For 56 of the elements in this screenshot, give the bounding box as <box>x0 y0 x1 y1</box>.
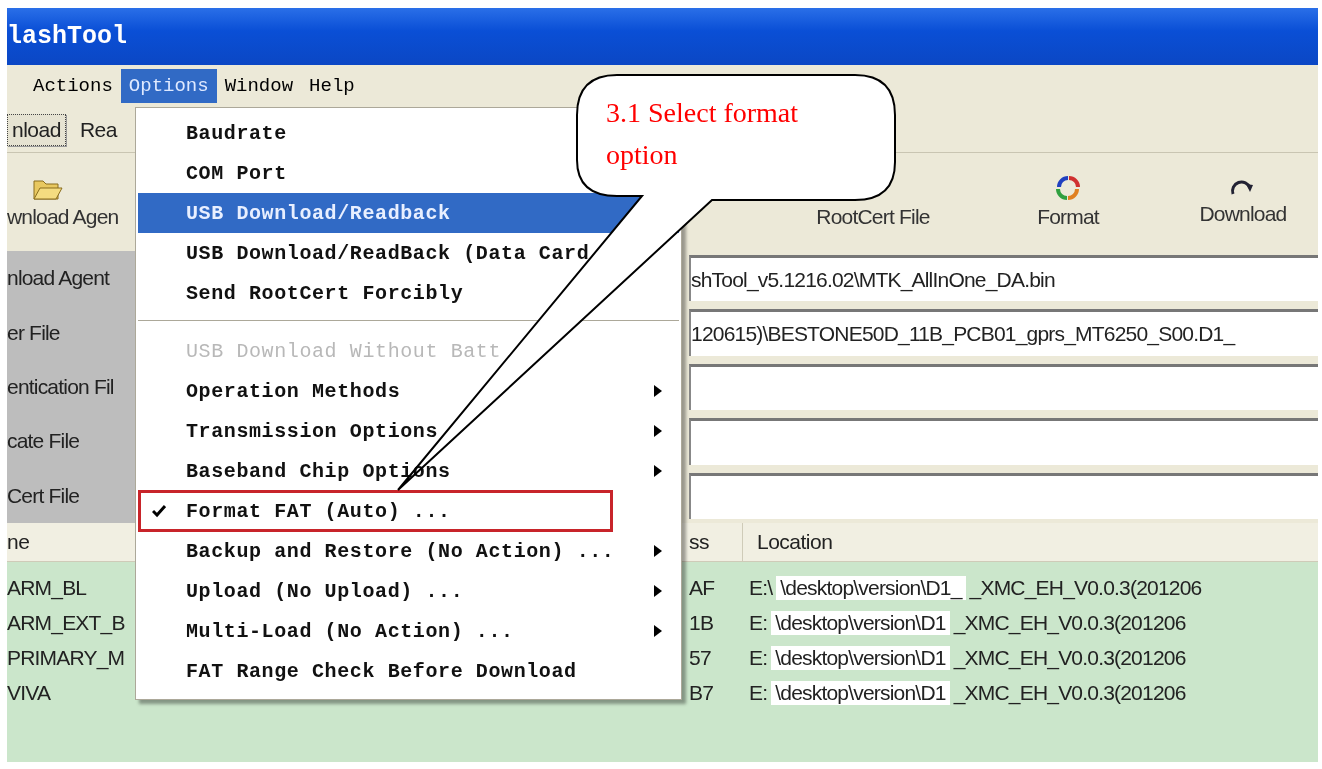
column-header: ss <box>689 530 710 554</box>
table-cell-text: 57 <box>689 645 712 670</box>
path-field[interactable] <box>689 418 1318 465</box>
menu-item[interactable]: Actions <box>25 69 121 103</box>
menu-item[interactable]: Operation Methods <box>138 371 679 411</box>
field-label: er File <box>7 320 60 345</box>
column-header: Location <box>757 530 833 554</box>
table-cell: _XMC_EH_V0.0.3(201206 <box>953 645 1186 670</box>
table-cell: \desktop\version\D1 <box>771 645 950 670</box>
menu-item[interactable]: Upload (No Upload) ... <box>138 571 679 611</box>
toolbar-button[interactable]: RootCert File <box>816 205 930 229</box>
table-cell: \desktop\version\D1_ <box>776 575 966 600</box>
table-cell-text: ARM_EXT_B <box>7 610 126 635</box>
tab[interactable]: nload <box>7 113 66 146</box>
format-icon <box>1055 175 1081 201</box>
table-cell: \desktop\version\D1 <box>771 680 950 705</box>
table-cell-text: ARM_BL <box>7 575 88 600</box>
toolbar-button[interactable]: wnload Agen <box>7 205 119 229</box>
table-cell-text: AF <box>689 575 716 600</box>
field-label: Cert File <box>7 483 80 508</box>
table-cell: E: <box>749 680 768 705</box>
menu-item[interactable]: USB Download/ReadBack (Data Card <box>138 233 679 273</box>
menu-item[interactable]: Help <box>301 69 363 103</box>
table-cell: \desktop\version\D1 <box>771 610 950 635</box>
tooltip-text: 3.1 Select format option <box>606 96 800 172</box>
toolbar-button[interactable]: Download <box>1199 202 1287 226</box>
field-label: cate File <box>7 429 80 454</box>
column-header: ne <box>7 530 31 554</box>
menu-item[interactable]: Transmission Options <box>138 411 679 451</box>
table-cell-text: PRIMARY_M <box>7 645 126 670</box>
menu-item[interactable]: Backup and Restore (No Action) ... <box>138 531 679 571</box>
table-cell: _XMC_EH_V0.0.3(201206 <box>953 610 1186 635</box>
toolbar-button[interactable]: Format <box>1037 205 1099 229</box>
field-label: entication Fil <box>7 375 114 399</box>
menu-item[interactable]: FAT Range Check Before Download <box>138 651 679 691</box>
table-cell: E: <box>749 610 768 635</box>
field-label: nload Agent <box>7 266 110 291</box>
table-cell-text: B7 <box>689 680 715 705</box>
path-field[interactable]: 120615)\BESTONE50D_11B_PCB01_gprs_MT6250_S00.D1_ <box>689 309 1318 356</box>
menu-item[interactable]: Options <box>120 69 217 103</box>
window-title: lashTool <box>7 22 128 51</box>
path-field[interactable]: shTool_v5.1216.02\MTK_AllInOne_DA.bin <box>689 255 1318 302</box>
tab[interactable]: Rea <box>75 114 121 145</box>
menu-item[interactable]: Send RootCert Forcibly <box>138 273 679 313</box>
path-field[interactable] <box>689 472 1318 520</box>
menu-item[interactable]: Window <box>216 69 302 103</box>
table-cell: E:\ <box>749 575 773 600</box>
menu-item[interactable]: Multi-Load (No Action) ... <box>138 611 679 651</box>
table-cell: _XMC_EH_V0.0.3(201206 <box>969 575 1202 600</box>
table-cell-text: 1B <box>689 610 715 635</box>
path-field[interactable] <box>689 363 1318 411</box>
table-cell: _XMC_EH_V0.0.3(201206 <box>953 680 1186 705</box>
menu-item[interactable]: USB Download/Readback <box>138 193 679 233</box>
table-cell: E: <box>749 645 768 670</box>
table-cell-text: VIVA <box>7 680 52 705</box>
menu-item[interactable]: Format FAT (Auto) ... <box>138 491 679 531</box>
